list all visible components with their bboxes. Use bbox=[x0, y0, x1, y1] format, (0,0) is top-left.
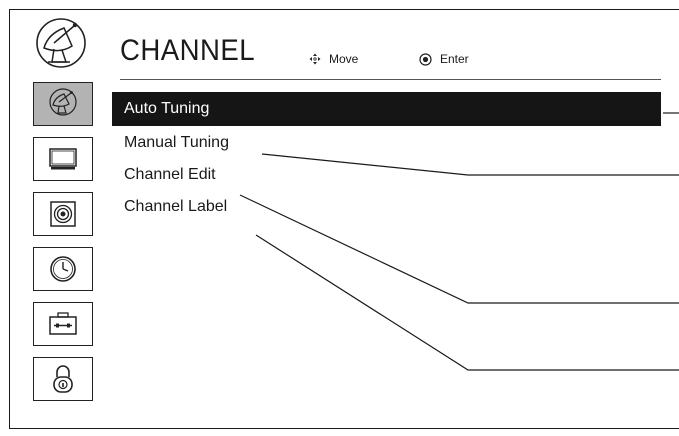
page-title: CHANNEL bbox=[120, 34, 256, 67]
menu-item-channel-edit[interactable]: Channel Edit bbox=[112, 158, 661, 190]
sidebar-item-time[interactable] bbox=[33, 247, 93, 291]
move-arrows-icon bbox=[309, 53, 321, 65]
sidebar-item-picture[interactable] bbox=[33, 137, 93, 181]
sidebar-item-setup[interactable] bbox=[33, 302, 93, 346]
enter-hint-label: Enter bbox=[440, 52, 469, 66]
clock-icon bbox=[50, 256, 76, 282]
satellite-icon bbox=[49, 88, 77, 116]
move-hint-label: Move bbox=[329, 52, 359, 66]
sidebar-item-lock[interactable] bbox=[33, 357, 93, 401]
toolbox-icon bbox=[49, 312, 77, 335]
satellite-logo-icon bbox=[30, 16, 92, 78]
sidebar-item-sound[interactable] bbox=[33, 192, 93, 236]
sidebar-item-channel[interactable] bbox=[33, 82, 93, 126]
move-hint: Move bbox=[309, 52, 358, 66]
menu-item-channel-label[interactable]: Channel Label bbox=[112, 190, 661, 222]
lock-icon bbox=[53, 365, 73, 393]
menu-item-auto-tuning[interactable]: Auto Tuning bbox=[112, 92, 661, 126]
speaker-icon bbox=[50, 201, 76, 227]
channel-menu: Auto Tuning Manual Tuning Channel Edit C… bbox=[112, 92, 661, 222]
menu-item-manual-tuning[interactable]: Manual Tuning bbox=[112, 126, 661, 158]
tv-icon bbox=[49, 148, 77, 170]
sidebar bbox=[33, 82, 95, 412]
title-divider bbox=[120, 79, 661, 80]
enter-button-icon bbox=[419, 52, 432, 66]
enter-hint: Enter bbox=[419, 52, 469, 66]
